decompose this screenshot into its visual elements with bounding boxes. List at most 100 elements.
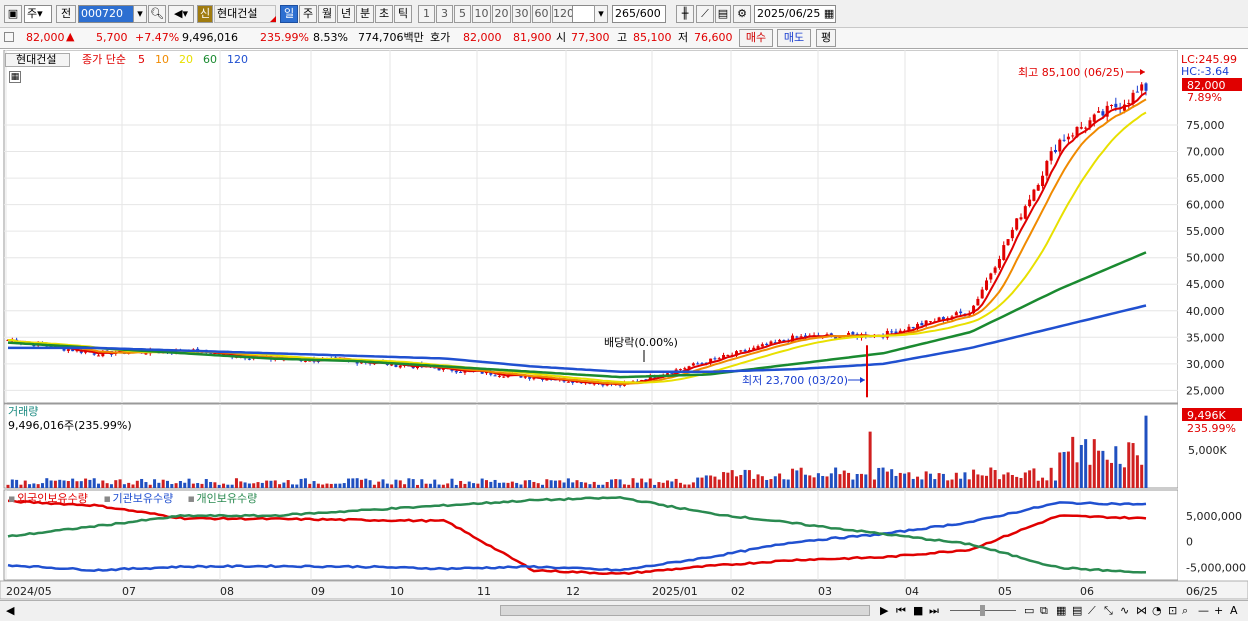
period-button-4[interactable]: 분 — [356, 5, 374, 23]
zoom-in-icon[interactable]: + — [1214, 604, 1223, 618]
interval-button-30[interactable]: 30 — [512, 5, 531, 23]
volume-bar — [390, 484, 394, 488]
interval-button-120[interactable]: 120 — [552, 5, 574, 23]
scroll-left-icon[interactable]: ◀ — [6, 604, 14, 618]
zoom-icon[interactable]: ⌕ — [1182, 604, 1188, 618]
interval-button-1[interactable]: 1 — [418, 5, 435, 23]
prev-button[interactable]: 전 — [56, 5, 76, 23]
price-tick-label: 45,000 — [1186, 278, 1225, 291]
interval-button-60[interactable]: 60 — [532, 5, 551, 23]
search-icon[interactable]: 🔍︎ — [148, 5, 166, 23]
volume-bar — [209, 481, 213, 488]
draw-tool-icon-6[interactable]: ⊡ — [1168, 604, 1177, 618]
volume-bar — [670, 481, 674, 488]
interval-button-5[interactable]: 5 — [454, 5, 471, 23]
stop-icon[interactable]: ■ — [913, 604, 923, 618]
candle-body — [993, 267, 997, 273]
zoom-out-icon[interactable]: — — [1198, 604, 1209, 618]
fast-forward-icon[interactable]: ⏭ — [929, 604, 939, 618]
rewind-icon[interactable]: ⏮ — [896, 604, 906, 618]
volume-bar — [28, 484, 32, 488]
volume-bar — [191, 483, 195, 488]
volume-bar — [334, 483, 338, 488]
period-button-0[interactable]: 일 — [280, 5, 298, 23]
candle-body — [523, 376, 527, 378]
font-size-icon[interactable]: A — [1230, 604, 1238, 618]
draw-tool-icon-3[interactable]: ∿ — [1120, 604, 1129, 618]
interval-button-10[interactable]: 10 — [472, 5, 491, 23]
draw-tool-icon-4[interactable]: ⋈ — [1136, 604, 1147, 618]
volume-bar — [49, 480, 53, 488]
volume-bar — [528, 480, 532, 488]
period-button-3[interactable]: 년 — [337, 5, 355, 23]
candle-body — [1002, 245, 1006, 260]
holder-legend-2: 개인보유수량 — [196, 492, 258, 505]
volume-bar — [1079, 444, 1083, 488]
stock-chart[interactable]: 75,000 70,000 65,000 60,000 55,000 50,000 45,0… — [0, 50, 1248, 600]
scroll-thumb[interactable] — [500, 605, 870, 616]
period-button-1[interactable]: 주 — [299, 5, 317, 23]
volume-bar — [722, 472, 726, 488]
volume-bar — [200, 483, 204, 488]
code-dropdown-icon[interactable]: ▾ — [133, 5, 147, 23]
interval-button-20[interactable]: 20 — [492, 5, 511, 23]
volume-bar — [351, 478, 355, 488]
volume-bar — [541, 484, 545, 488]
volume-bar — [562, 482, 566, 488]
window-icon[interactable]: ▣ — [4, 5, 22, 23]
chart-type-select[interactable]: 주▾ — [24, 5, 52, 23]
volume-bar — [222, 483, 226, 488]
sell-button[interactable]: 매도 — [777, 29, 811, 47]
volume-bar — [325, 483, 329, 488]
speaker-icon[interactable]: ◀▾ — [168, 5, 194, 23]
price-tick-label: 35,000 — [1186, 331, 1225, 344]
price-legend-name[interactable]: 현대건설 — [5, 53, 70, 67]
volume-bar — [812, 477, 816, 488]
volume-bar — [967, 479, 971, 488]
hc-label: HC:-3.64 — [1181, 65, 1229, 78]
price-legend-name-text: 현대건설 — [16, 53, 57, 66]
volume-bar — [941, 473, 945, 488]
candle-body — [144, 353, 148, 355]
volume-bar — [803, 474, 807, 488]
period-button-5[interactable]: 초 — [375, 5, 393, 23]
layout-icon-2[interactable]: ⧉ — [1040, 604, 1048, 618]
interval-dropdown-icon[interactable]: ▾ — [594, 5, 608, 23]
count-field[interactable]: 265/600 — [612, 5, 666, 23]
volume-bar — [131, 484, 135, 488]
period-button-2[interactable]: 월 — [318, 5, 336, 23]
layout-icon-1[interactable]: ▭ — [1024, 604, 1034, 618]
candle-body — [778, 339, 782, 342]
zoom-slider-handle[interactable] — [980, 605, 985, 616]
checkbox-icon[interactable] — [4, 32, 14, 42]
chart-scroll-bar[interactable]: ◀ ▶ ⏮ ■ ⏭ ▭ ⧉ ▦ ▤ ⟋ ⤡ ∿ ⋈ ◔ ⊡ ⌕ — + A — [0, 600, 1248, 621]
x-tick-label: 02 — [731, 585, 745, 598]
volume-bar — [1036, 480, 1040, 488]
volume-bar — [717, 479, 721, 488]
layout-icon-4[interactable]: ▤ — [1072, 604, 1082, 618]
save-icon[interactable]: ▤ — [715, 5, 731, 23]
volume-bar — [795, 470, 799, 488]
scroll-right-icon[interactable]: ▶ — [880, 604, 888, 618]
interval-button-3[interactable]: 3 — [436, 5, 453, 23]
buy-button[interactable]: 매수 — [739, 29, 773, 47]
volume-bar — [71, 478, 75, 488]
volume-bar — [609, 479, 613, 488]
open-label: 시 — [556, 31, 567, 44]
draw-tool-icon-5[interactable]: ◔ — [1152, 604, 1162, 618]
draw-tool-icon-2[interactable]: ⤡ — [1104, 604, 1113, 618]
layout-icon-3[interactable]: ▦ — [1056, 604, 1066, 618]
volume-bar — [597, 484, 601, 488]
candle-icon[interactable]: ╫ — [676, 5, 694, 23]
calculator-icon[interactable]: ▦ — [9, 71, 21, 83]
volume-bar — [842, 470, 846, 488]
stock-code-input[interactable]: 000720 — [78, 5, 136, 23]
eval-button[interactable]: 평 — [816, 29, 836, 47]
volume-bar — [661, 482, 665, 488]
draw-tool-icon-1[interactable]: ⟋ — [1088, 604, 1096, 618]
date-input[interactable]: 2025/06/25 ▦ — [754, 5, 836, 23]
period-button-6[interactable]: 틱 — [394, 5, 412, 23]
volume-bar — [359, 479, 363, 488]
gear-icon[interactable]: ⚙ — [733, 5, 751, 23]
line-tool-icon[interactable]: ⟋ — [696, 5, 714, 23]
